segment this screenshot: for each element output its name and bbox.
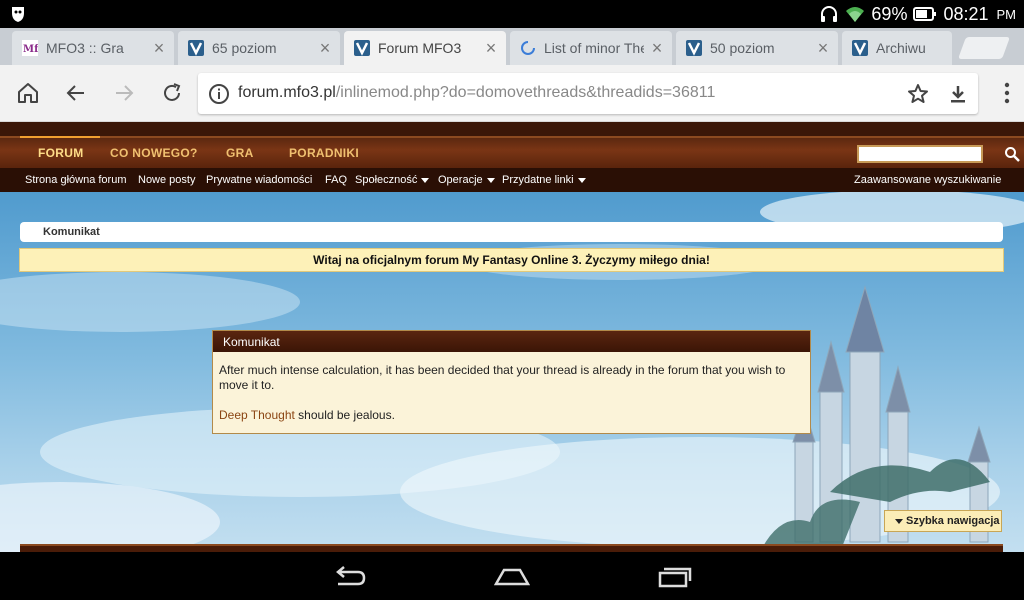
message-line-1: After much intense calculation, it has b…	[219, 363, 786, 392]
mfo3-favicon: Mf	[22, 40, 38, 56]
menu-useful-links[interactable]: Przydatne linki	[502, 174, 586, 186]
battery-percent: 69%	[871, 3, 908, 24]
star-icon[interactable]	[906, 82, 930, 106]
loading-spinner-icon	[521, 41, 535, 55]
quick-nav-label: Szybka nawigacja	[906, 515, 1000, 527]
home-nav-icon[interactable]	[494, 564, 530, 588]
home-icon[interactable]	[16, 81, 40, 105]
message-body: After much intense calculation, it has b…	[219, 363, 799, 423]
overflow-menu-icon[interactable]	[1004, 82, 1010, 104]
menu-operations[interactable]: Operacje	[438, 174, 495, 186]
forward-icon[interactable]	[112, 81, 136, 105]
link-new-posts[interactable]: Nowe posty	[138, 174, 195, 186]
reload-icon[interactable]	[160, 81, 184, 105]
battery-icon	[913, 7, 937, 21]
nav-tab-poradniki[interactable]: PORADNIKI	[289, 146, 359, 160]
link-private-messages[interactable]: Prywatne wiadomości	[206, 174, 312, 186]
forum-sublinks: Strona główna forum Nowe posty Prywatne …	[0, 168, 1024, 192]
breadcrumb: Komunikat	[20, 222, 1003, 242]
new-tab-button[interactable]	[957, 37, 1011, 59]
tab-mfo3-gra[interactable]: Mf MFO3 :: Gra ×	[12, 31, 174, 65]
message-title: Komunikat	[213, 331, 810, 352]
screen: 69% 08:21 PM Mf MFO3 :: Gra × 65 poziom ×…	[0, 0, 1024, 600]
web-content: FORUM CO NOWEGO? GRA PORADNIKI Strona gł…	[0, 122, 1024, 552]
system-nav-bar	[0, 552, 1024, 600]
menu-useful-links-label: Przydatne linki	[502, 174, 574, 186]
quick-nav-button[interactable]: Szybka nawigacja	[884, 510, 1002, 532]
vbulletin-favicon	[686, 40, 702, 56]
close-icon[interactable]: ×	[484, 39, 498, 57]
link-faq[interactable]: FAQ	[325, 174, 347, 186]
nav-tab-gra[interactable]: GRA	[226, 146, 254, 160]
active-tab-indicator	[20, 136, 100, 138]
close-icon[interactable]: ×	[650, 39, 664, 57]
svg-text:Mf: Mf	[23, 44, 38, 55]
tab-title: MFO3 :: Gra	[46, 40, 124, 56]
url-host: forum.mfo3.pl	[238, 84, 336, 101]
menu-community-label: Społeczność	[355, 174, 418, 186]
recents-nav-icon[interactable]	[657, 564, 693, 588]
forum-navbar: FORUM CO NOWEGO? GRA PORADNIKI	[0, 136, 1024, 168]
close-icon[interactable]: ×	[152, 39, 166, 57]
message-box: Komunikat After much intense calculation…	[212, 330, 811, 434]
tab-title: 50 poziom	[710, 40, 775, 56]
url-path: /inlinemod.php?do=domovethreads&threadid…	[335, 84, 716, 101]
link-advanced-search[interactable]: Zaawansowane wyszukiwanie	[854, 174, 1001, 186]
forum-header: FORUM CO NOWEGO? GRA PORADNIKI Strona gł…	[0, 122, 1024, 192]
tab-65-poziom[interactable]: 65 poziom ×	[178, 31, 340, 65]
deep-thought-link[interactable]: Deep Thought	[219, 408, 295, 422]
chevron-down-icon	[577, 177, 586, 183]
forum-search-input[interactable]	[857, 145, 983, 163]
search-icon[interactable]	[1004, 146, 1020, 162]
info-icon[interactable]	[208, 83, 230, 105]
close-icon[interactable]: ×	[816, 39, 830, 57]
tab-archiwum[interactable]: Archiwu	[842, 31, 952, 65]
clock-ampm: PM	[996, 6, 1017, 22]
status-bar: 69% 08:21 PM	[0, 0, 1024, 28]
tab-title: 65 poziom	[212, 40, 277, 56]
wifi-icon	[846, 7, 865, 22]
clock-time: 08:21	[943, 3, 989, 24]
tab-50-poziom[interactable]: 50 poziom ×	[676, 31, 838, 65]
close-icon[interactable]: ×	[318, 39, 332, 57]
message-line-2-rest: should be jealous.	[294, 408, 395, 422]
back-icon[interactable]	[64, 81, 88, 105]
back-nav-icon[interactable]	[332, 564, 368, 588]
menu-community[interactable]: Społeczność	[355, 174, 430, 186]
notification-icon	[12, 7, 24, 22]
menu-operations-label: Operacje	[438, 174, 483, 186]
welcome-notice: Witaj na oficjalnym forum My Fantasy Onl…	[19, 248, 1004, 272]
tab-strip: Mf MFO3 :: Gra × 65 poziom × Forum MFO3 …	[0, 28, 1024, 65]
breadcrumb-current: Komunikat	[43, 226, 100, 238]
chevron-down-icon	[895, 518, 903, 524]
tab-forum-mfo3[interactable]: Forum MFO3 ×	[344, 31, 506, 65]
tab-list-of-minor[interactable]: List of minor The ×	[510, 31, 672, 65]
vbulletin-favicon	[852, 40, 868, 56]
tab-title: Forum MFO3	[378, 40, 462, 56]
vbulletin-favicon	[188, 40, 204, 56]
message-line-2: Deep Thought should be jealous.	[219, 408, 799, 423]
nav-tab-forum[interactable]: FORUM	[38, 146, 84, 160]
nav-tab-co-nowego[interactable]: CO NOWEGO?	[110, 146, 198, 160]
tab-title: Archiwu	[876, 40, 926, 56]
link-forum-home[interactable]: Strona główna forum	[25, 174, 127, 186]
chevron-down-icon	[486, 177, 495, 183]
tab-title: List of minor The	[544, 40, 644, 56]
url-text[interactable]: forum.mfo3.pl/inlinemod.php?do=domovethr…	[238, 84, 715, 102]
download-icon[interactable]	[946, 82, 970, 106]
chevron-down-icon	[421, 177, 430, 183]
address-bar[interactable]: forum.mfo3.pl/inlinemod.php?do=domovethr…	[198, 73, 978, 114]
headphones-icon	[821, 6, 838, 22]
vbulletin-favicon	[354, 40, 370, 56]
browser-toolbar: forum.mfo3.pl/inlinemod.php?do=domovethr…	[0, 65, 1024, 122]
forum-footer-bar	[20, 544, 1003, 552]
